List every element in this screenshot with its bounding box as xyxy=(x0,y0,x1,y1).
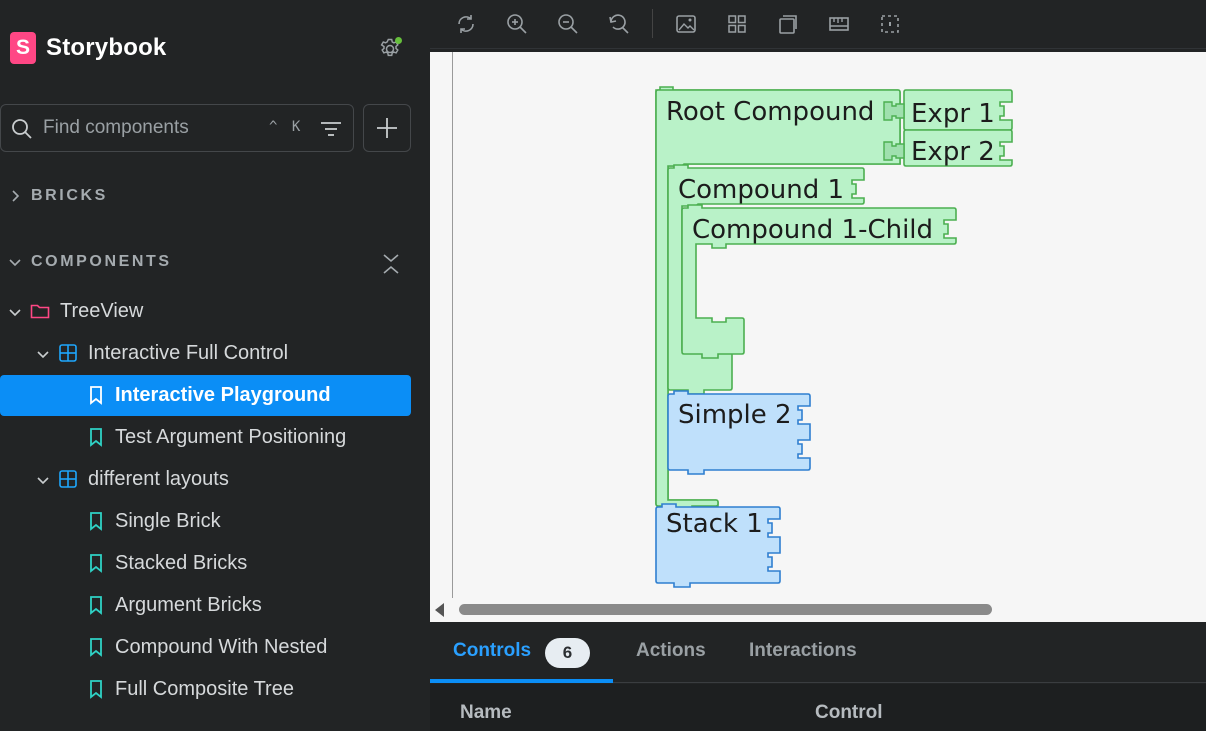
tree-item-label: Compound With Nested xyxy=(115,636,328,658)
story-canvas[interactable]: Root Compound Expr 1 Expr 2 Compound 1 C… xyxy=(430,52,1206,622)
story-argument-bricks[interactable]: Argument Bricks xyxy=(0,586,411,624)
tab-actions[interactable]: Actions xyxy=(636,640,706,662)
tree-item-label: Argument Bricks xyxy=(115,594,262,616)
bookmark-icon xyxy=(90,638,102,657)
tab-controls[interactable]: Controls xyxy=(453,640,531,662)
column-header-name: Name xyxy=(460,702,512,723)
bookmark-icon xyxy=(90,428,102,447)
block-label: Compound 1 xyxy=(678,175,844,205)
grid-icon[interactable] xyxy=(726,13,748,35)
block-label: Simple 2 xyxy=(678,400,792,430)
chevron-down-icon xyxy=(9,309,21,317)
filter-icon[interactable] xyxy=(319,119,343,139)
chevron-down-icon xyxy=(9,259,21,267)
bookmark-icon xyxy=(90,596,102,615)
add-button[interactable] xyxy=(363,104,411,152)
folder-icon xyxy=(30,304,50,319)
story-interactive-playground[interactable]: Interactive Playground xyxy=(0,375,411,416)
tree-item-label: Test Argument Positioning xyxy=(115,426,347,448)
story-compound-with-nested[interactable]: Compound With Nested xyxy=(0,628,411,666)
update-indicator xyxy=(395,37,402,44)
brand-name: Storybook xyxy=(46,34,167,61)
preview-toolbar xyxy=(430,0,1206,49)
block-label: Expr 2 xyxy=(911,137,995,167)
tree-item-label: different layouts xyxy=(88,468,229,490)
tree-item-label: Interactive Full Control xyxy=(88,342,289,364)
search-input[interactable] xyxy=(43,115,253,141)
brick-tree: Root Compound Expr 1 Expr 2 Compound 1 C… xyxy=(655,86,1013,588)
section-components[interactable]: COMPONENTS xyxy=(0,247,430,277)
toolbar-separator xyxy=(652,9,653,38)
tree-item-different-layouts[interactable]: different layouts xyxy=(0,460,411,498)
column-header-control: Control xyxy=(815,702,883,723)
active-tab-indicator xyxy=(430,679,613,683)
tree-item-label: TreeView xyxy=(60,300,144,322)
bookmark-icon xyxy=(90,680,102,699)
section-bricks[interactable]: BRICKS xyxy=(0,181,430,211)
story-stacked-bricks[interactable]: Stacked Bricks xyxy=(0,544,411,582)
storybook-logo: S xyxy=(10,32,36,64)
horizontal-scrollbar[interactable] xyxy=(430,598,1206,622)
zoom-in-icon[interactable] xyxy=(506,13,528,35)
chevron-down-icon xyxy=(37,351,49,359)
story-full-composite-tree[interactable]: Full Composite Tree xyxy=(0,670,411,708)
bookmark-icon xyxy=(90,386,102,405)
brand[interactable]: S Storybook xyxy=(10,32,166,64)
search-shortcut: ^ K xyxy=(269,119,304,135)
viewport-icon[interactable] xyxy=(777,13,799,35)
block-label: Stack 1 xyxy=(666,509,763,539)
tab-interactions[interactable]: Interactions xyxy=(749,640,857,662)
scrollbar-thumb[interactable] xyxy=(459,604,992,615)
plus-icon xyxy=(377,118,397,138)
controls-table-header: Name Control xyxy=(430,684,1206,731)
controls-count-badge: 6 xyxy=(545,638,590,668)
block-label: Expr 1 xyxy=(911,99,995,129)
search-box: ^ K xyxy=(0,104,354,152)
addon-tabs: Controls 6 Actions Interactions xyxy=(430,622,1206,683)
bookmark-icon xyxy=(90,554,102,573)
outline-icon[interactable] xyxy=(879,13,901,35)
tree-item-label: Full Composite Tree xyxy=(115,678,294,700)
section-label: COMPONENTS xyxy=(31,253,172,270)
section-label: BRICKS xyxy=(31,187,108,204)
reload-icon[interactable] xyxy=(455,13,477,35)
background-image-icon[interactable] xyxy=(675,13,697,35)
tree-item-label: Interactive Playground xyxy=(115,384,331,406)
zoom-out-icon[interactable] xyxy=(557,13,579,35)
search-icon xyxy=(12,119,32,139)
component-icon xyxy=(59,470,77,488)
settings-gear-icon[interactable] xyxy=(378,37,402,61)
ruler-icon[interactable] xyxy=(828,13,850,35)
tree-item-label: Stacked Bricks xyxy=(115,552,248,574)
chevron-down-icon xyxy=(37,477,49,485)
tree-item-interactive-full-control[interactable]: Interactive Full Control xyxy=(0,334,411,372)
component-icon xyxy=(59,344,77,362)
collapse-all-icon[interactable] xyxy=(381,251,401,277)
chevron-right-icon xyxy=(12,190,20,202)
bookmark-icon xyxy=(90,512,102,531)
sidebar: S Storybook ^ K BRICKS COMPONENTS TreeVi… xyxy=(0,0,430,731)
block-label: Compound 1-Child xyxy=(692,215,933,245)
story-test-argument-positioning[interactable]: Test Argument Positioning xyxy=(0,418,411,456)
zoom-reset-icon[interactable] xyxy=(608,13,630,35)
tree-item-treeview[interactable]: TreeView xyxy=(0,292,411,330)
tree-item-label: Single Brick xyxy=(115,510,221,532)
addons-panel: Controls 6 Actions Interactions Name Con… xyxy=(430,622,1206,731)
story-single-brick[interactable]: Single Brick xyxy=(0,502,411,540)
block-label: Root Compound xyxy=(666,97,874,127)
scroll-left-icon[interactable] xyxy=(435,603,444,617)
